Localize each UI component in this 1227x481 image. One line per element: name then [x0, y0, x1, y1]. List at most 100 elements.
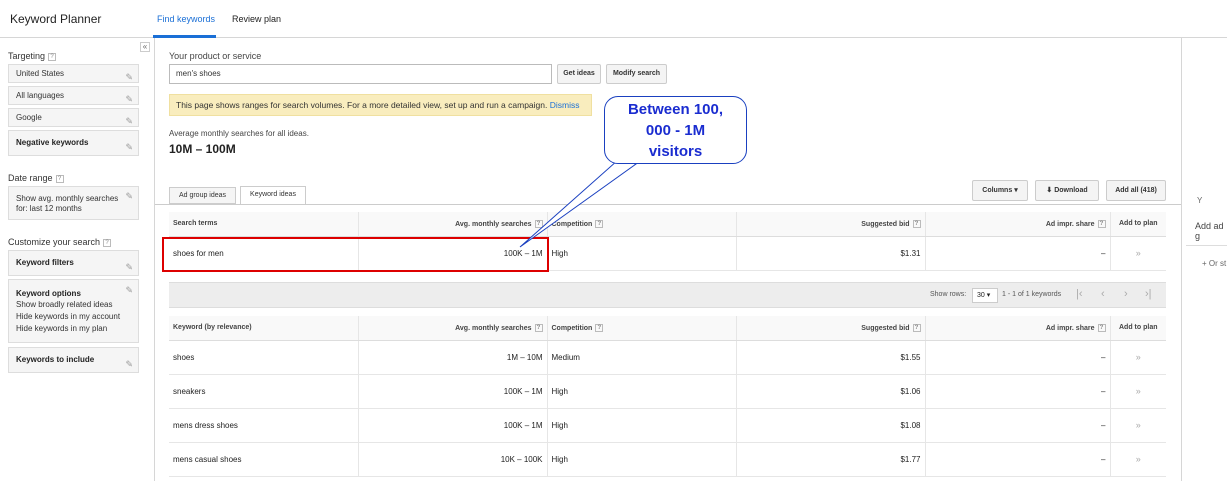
- help-icon[interactable]: ?: [595, 323, 604, 332]
- keywords-to-include[interactable]: Keywords to include ✎: [8, 347, 139, 373]
- dismiss-link[interactable]: Dismiss: [550, 100, 580, 110]
- add-to-plan-icon[interactable]: »: [1110, 374, 1166, 409]
- col-ad-impr-share[interactable]: Ad impr. share?: [925, 316, 1111, 341]
- date-range-heading: Date range?: [8, 173, 64, 183]
- option-broad: Show broadly related ideas: [16, 300, 113, 309]
- help-icon[interactable]: ?: [912, 323, 921, 332]
- highlight-box: [162, 237, 549, 272]
- help-icon[interactable]: ?: [48, 52, 57, 61]
- add-all-button[interactable]: Add all (418): [1106, 180, 1166, 201]
- negative-keywords[interactable]: Negative keywords ✎: [8, 130, 139, 156]
- share-cell: –: [925, 374, 1111, 409]
- notice-banner: This page shows ranges for search volume…: [169, 94, 592, 116]
- share-cell: –: [925, 442, 1111, 477]
- targeting-language[interactable]: All languages ✎: [8, 86, 139, 105]
- bid-cell: $1.77: [736, 442, 926, 477]
- competition-cell: Medium: [547, 340, 737, 375]
- table-row: shoes 1M – 10M Medium $1.55 – »: [169, 340, 1166, 375]
- share-cell: –: [925, 408, 1111, 443]
- help-icon[interactable]: ?: [55, 174, 64, 183]
- bid-cell: $1.55: [736, 340, 926, 375]
- help-icon[interactable]: ?: [912, 219, 921, 228]
- collapse-sidebar-icon[interactable]: «: [140, 42, 150, 52]
- help-icon[interactable]: ?: [103, 238, 112, 247]
- pencil-icon[interactable]: ✎: [125, 113, 133, 130]
- col-keyword[interactable]: Keyword (by relevance): [169, 316, 359, 341]
- col-avg-searches[interactable]: Avg. monthly searches?: [358, 212, 548, 237]
- tab-keyword-ideas[interactable]: Keyword ideas: [240, 186, 306, 205]
- rows-select[interactable]: 30 ▾: [972, 288, 998, 303]
- targeting-network[interactable]: Google ✎: [8, 108, 139, 127]
- tab-ad-group-ideas[interactable]: Ad group ideas: [169, 187, 236, 204]
- active-tab-indicator: [153, 35, 216, 38]
- add-ad-group-text[interactable]: Add ad g: [1195, 221, 1227, 241]
- col-competition[interactable]: Competition?: [547, 212, 737, 237]
- competition-cell: High: [547, 442, 737, 477]
- plan-panel: Y Add ad g + Or st: [1181, 38, 1227, 481]
- table-header-row: Search terms Avg. monthly searches? Comp…: [169, 212, 1166, 237]
- date-range-box[interactable]: Show avg. monthly searches for: last 12 m…: [8, 186, 139, 220]
- help-icon[interactable]: ?: [1097, 219, 1106, 228]
- columns-button[interactable]: Columns ▾: [972, 180, 1028, 201]
- modify-search-button[interactable]: Modify search: [606, 64, 667, 84]
- plan-panel-text: Y: [1197, 196, 1203, 205]
- add-to-plan-icon[interactable]: »: [1110, 236, 1166, 271]
- col-suggested-bid[interactable]: Suggested bid?: [736, 316, 926, 341]
- page-range: 1 - 1 of 1 keywords: [1002, 291, 1062, 298]
- add-to-plan-icon[interactable]: »: [1110, 340, 1166, 375]
- table-row: sneakers 100K – 1M High $1.06 – »: [169, 374, 1166, 409]
- keyword-cell: sneakers: [169, 374, 359, 409]
- col-avg-searches[interactable]: Avg. monthly searches?: [358, 316, 548, 341]
- bid-cell: $1.31: [736, 236, 926, 271]
- option-hide-account: Hide keywords in my account: [16, 312, 121, 321]
- pencil-icon[interactable]: ✎: [125, 352, 133, 376]
- or-start-text[interactable]: + Or st: [1202, 259, 1226, 268]
- targeting-location[interactable]: United States ✎: [8, 64, 139, 83]
- show-rows-label: Show rows:: [930, 291, 967, 298]
- help-icon[interactable]: ?: [595, 219, 604, 228]
- tab-find-keywords[interactable]: Find keywords: [157, 14, 215, 24]
- prev-page-icon[interactable]: ‹: [1101, 288, 1105, 300]
- last-page-icon[interactable]: ›|: [1145, 288, 1152, 300]
- keyword-options[interactable]: Keyword options Show broadly related ide…: [8, 279, 139, 343]
- share-cell: –: [925, 340, 1111, 375]
- first-page-icon[interactable]: |‹: [1076, 288, 1083, 300]
- share-cell: –: [925, 236, 1111, 271]
- targeting-heading: Targeting?: [8, 51, 57, 61]
- tab-review-plan[interactable]: Review plan: [232, 14, 281, 24]
- bid-cell: $1.08: [736, 408, 926, 443]
- download-button[interactable]: ⬇ Download: [1035, 180, 1099, 201]
- divider: [1186, 245, 1227, 246]
- get-ideas-button[interactable]: Get ideas: [557, 64, 601, 84]
- pencil-icon[interactable]: ✎: [125, 91, 133, 108]
- col-add-to-plan: Add to plan: [1110, 316, 1166, 341]
- customize-heading: Customize your search?: [8, 237, 112, 247]
- col-ad-impr-share[interactable]: Ad impr. share?: [925, 212, 1111, 237]
- col-search-terms[interactable]: Search terms: [169, 212, 359, 237]
- help-icon[interactable]: ?: [534, 219, 543, 228]
- avg-searches-cell: 10K – 100K: [358, 442, 548, 477]
- chevron-down-icon: ▾: [1014, 187, 1018, 194]
- add-to-plan-icon[interactable]: »: [1110, 442, 1166, 477]
- table-row: mens dress shoes 100K – 1M High $1.08 – …: [169, 408, 1166, 443]
- avg-searches-cell: 100K – 1M: [358, 408, 548, 443]
- pencil-icon[interactable]: ✎: [125, 255, 133, 279]
- col-suggested-bid[interactable]: Suggested bid?: [736, 212, 926, 237]
- table-row: mens casual shoes 10K – 100K High $1.77 …: [169, 442, 1166, 477]
- keyword-cell: mens dress shoes: [169, 408, 359, 443]
- next-page-icon[interactable]: ›: [1124, 288, 1128, 300]
- pencil-icon[interactable]: ✎: [125, 69, 133, 86]
- pencil-icon[interactable]: ✎: [125, 191, 133, 201]
- col-add-to-plan: Add to plan: [1110, 212, 1166, 237]
- product-search-input[interactable]: men's shoes: [169, 64, 552, 84]
- col-competition[interactable]: Competition?: [547, 316, 737, 341]
- keyword-filters[interactable]: Keyword filters ✎: [8, 250, 139, 276]
- add-to-plan-icon[interactable]: »: [1110, 408, 1166, 443]
- avg-searches-cell: 100K – 1M: [358, 374, 548, 409]
- pencil-icon[interactable]: ✎: [125, 284, 133, 297]
- product-label: Your product or service: [169, 51, 262, 61]
- help-icon[interactable]: ?: [534, 323, 543, 332]
- help-icon[interactable]: ?: [1097, 323, 1106, 332]
- pencil-icon[interactable]: ✎: [125, 135, 133, 159]
- competition-cell: High: [547, 236, 737, 271]
